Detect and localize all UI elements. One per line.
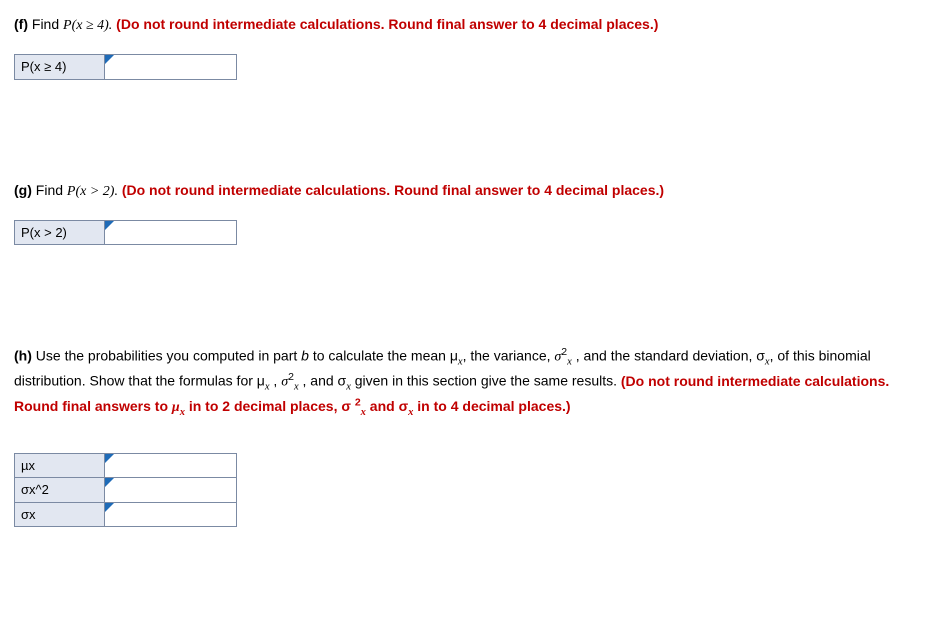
part-f-instruction: (Do not round intermediate calculations.… xyxy=(112,16,658,32)
part-f-text: Find xyxy=(32,16,63,32)
part-h-bref: b xyxy=(301,348,309,364)
part-h-t1: Use the probabilities you computed in pa… xyxy=(36,348,301,364)
table-row: σx xyxy=(15,502,237,527)
part-g-answer-table: P(x > 2) xyxy=(14,220,237,246)
sigmax-input[interactable] xyxy=(111,504,230,524)
part-f-label: (f) xyxy=(14,16,28,32)
part-h-t2: to calculate the mean μ xyxy=(309,348,458,364)
input-corner-icon xyxy=(105,55,114,64)
part-g-label: (g) xyxy=(14,182,32,198)
part-h-answer-table: µx σx^2 σx xyxy=(14,453,237,528)
sigmax2-label: σx^2 xyxy=(15,478,105,503)
part-g-expr: P(x > 2). xyxy=(67,184,118,199)
part-f-answer-table: P(x ≥ 4) xyxy=(14,54,237,80)
part-g-instruction: (Do not round intermediate calculations.… xyxy=(118,182,664,198)
sigmax2-input[interactable] xyxy=(111,480,230,500)
part-h-t5: , and σ xyxy=(299,373,347,389)
part-g-cell-label: P(x > 2) xyxy=(15,220,105,245)
part-f-expr: P(x ≥ 4). xyxy=(63,18,112,33)
mu-x-input[interactable] xyxy=(111,455,230,475)
part-g-text: Find xyxy=(36,182,67,198)
part-g-input-cell xyxy=(105,220,237,245)
part-f-prompt: (f) Find P(x ≥ 4). (Do not round interme… xyxy=(14,14,923,36)
part-h-prompt: (h) Use the probabilities you computed i… xyxy=(14,345,923,421)
table-row: σx^2 xyxy=(15,478,237,503)
part-f-cell-label: P(x ≥ 4) xyxy=(15,55,105,80)
input-corner-icon xyxy=(105,478,114,487)
sigmax-label: σx xyxy=(15,502,105,527)
part-h-t6: given in this section give the same resu… xyxy=(351,373,621,389)
part-g-prompt: (g) Find P(x > 2). (Do not round interme… xyxy=(14,180,923,202)
part-f-input[interactable] xyxy=(111,57,230,77)
sigmax-input-cell xyxy=(105,502,237,527)
mu-x-label: µx xyxy=(15,453,105,478)
input-corner-icon xyxy=(105,221,114,230)
input-corner-icon xyxy=(105,503,114,512)
part-g-input[interactable] xyxy=(111,222,230,242)
part-h-t2b: , the variance, xyxy=(463,348,555,364)
table-row: P(x > 2) xyxy=(15,220,237,245)
mu-x-input-cell xyxy=(105,453,237,478)
part-h-t4: , xyxy=(270,373,282,389)
input-corner-icon xyxy=(105,454,114,463)
sigmax2-input-cell xyxy=(105,478,237,503)
table-row: µx xyxy=(15,453,237,478)
part-h-label: (h) xyxy=(14,348,32,364)
part-f-input-cell xyxy=(105,55,237,80)
table-row: P(x ≥ 4) xyxy=(15,55,237,80)
part-h-t3: , and the standard deviation, σ xyxy=(572,348,765,364)
